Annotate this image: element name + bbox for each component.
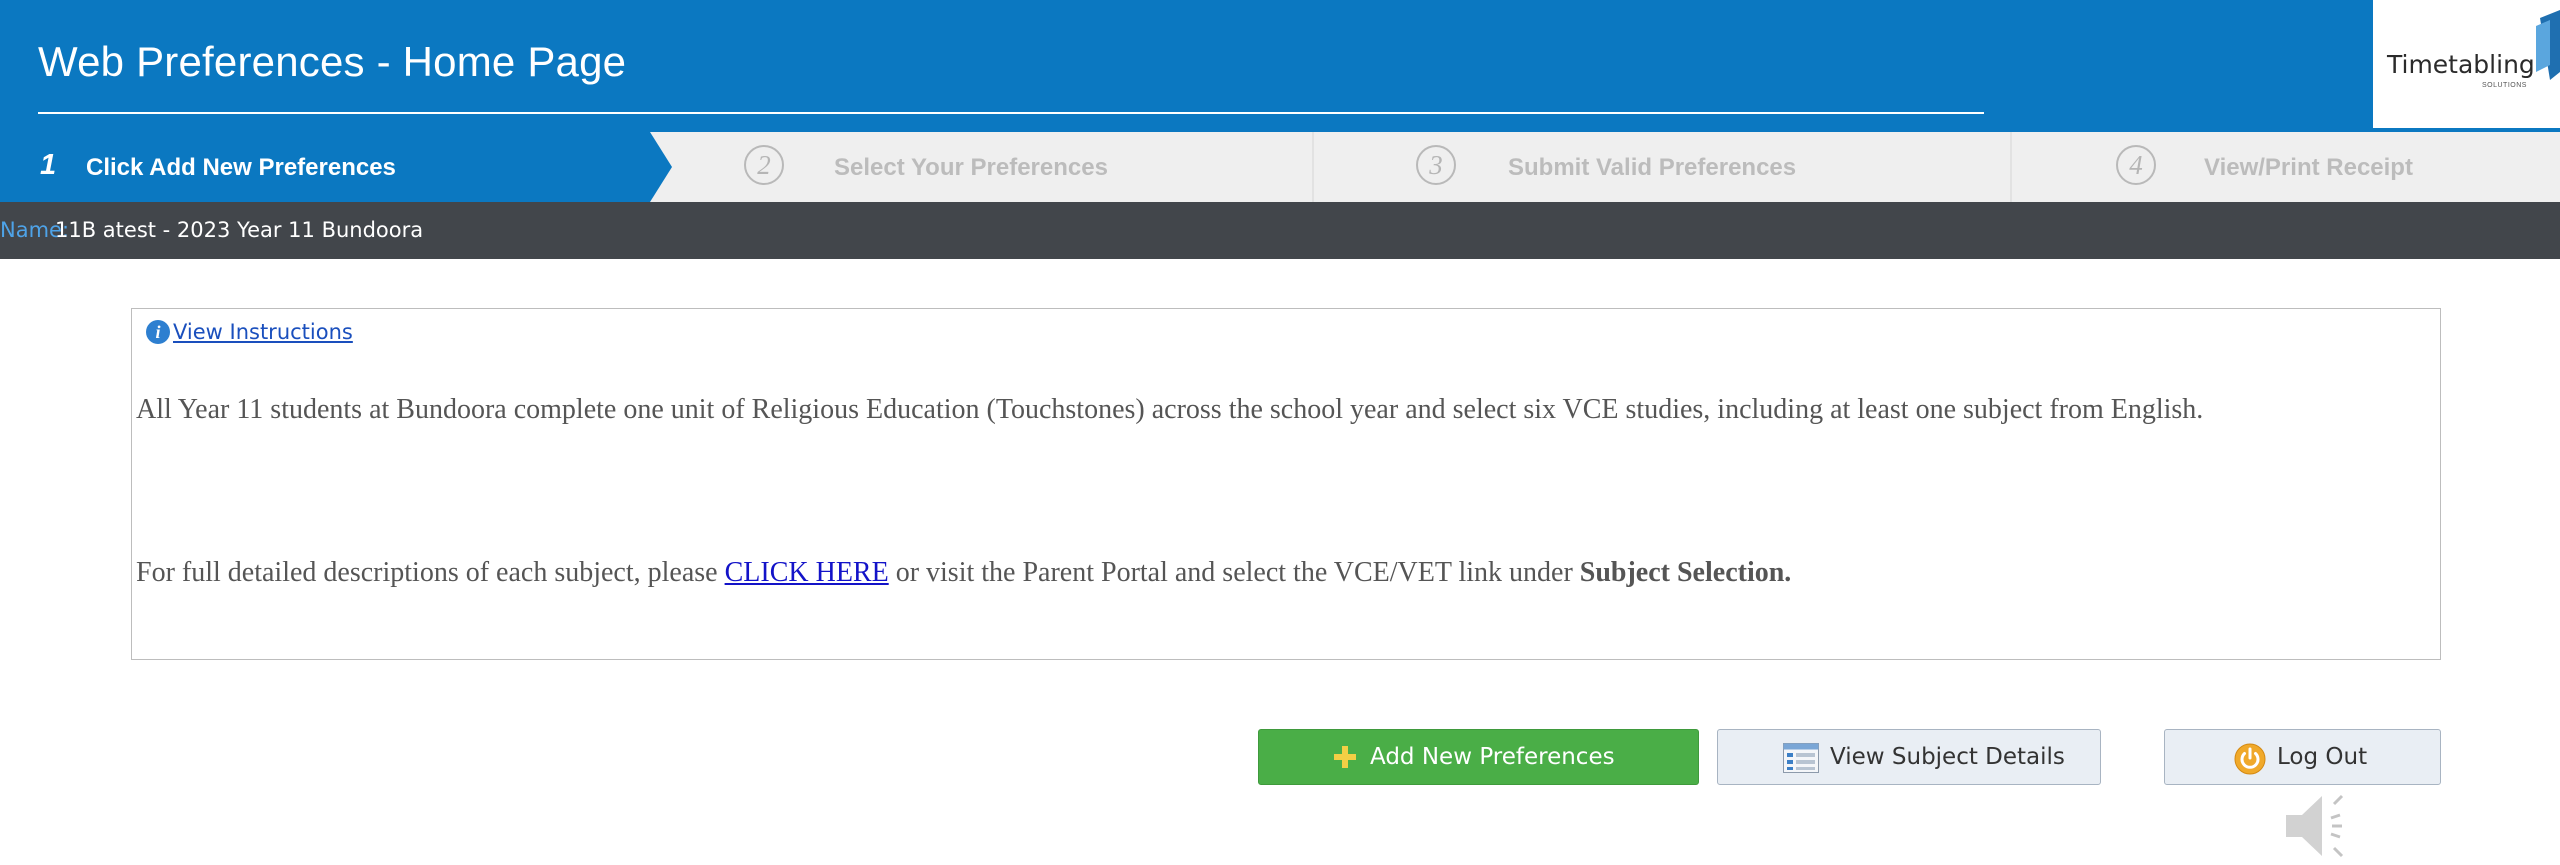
student-name-bar: Name: 11B atest - 2023 Year 11 Bundoora: [0, 202, 2560, 259]
app-header: Web Preferences - Home Page Timetabling …: [0, 0, 2560, 132]
view-subject-details-button[interactable]: View Subject Details: [1717, 729, 2101, 785]
add-new-preferences-label: Add New Preferences: [1370, 744, 1615, 770]
title-underline: [38, 112, 1984, 114]
add-new-preferences-button[interactable]: Add New Preferences: [1258, 729, 1699, 785]
subject-selection-text: Subject Selection.: [1579, 557, 1792, 588]
view-instructions-link[interactable]: View Instructions: [173, 320, 353, 344]
intro-paragraph: All Year 11 students at Bundoora complet…: [136, 394, 2204, 425]
step-3-number: 3: [1416, 145, 1456, 185]
logo-subtext: SOLUTIONS: [2482, 82, 2527, 89]
timetabling-logo: Timetabling SOLUTIONS: [2373, 0, 2560, 128]
page-title: Web Preferences - Home Page: [38, 38, 627, 85]
view-subject-details-label: View Subject Details: [1830, 744, 2065, 770]
step-4-number: 4: [2116, 145, 2156, 185]
name-value: 11B atest - 2023 Year 11 Bundoora: [55, 218, 424, 242]
step-2-label: Select Your Preferences: [834, 154, 1108, 181]
step-1-label: Click Add New Preferences: [86, 154, 396, 181]
log-out-label: Log Out: [2277, 744, 2368, 770]
step-3-label: Submit Valid Preferences: [1508, 154, 1797, 181]
click-here-link[interactable]: CLICK HERE: [725, 557, 889, 588]
instructions-panel: i View Instructions All Year 11 students…: [131, 308, 2441, 660]
info-icon: i: [146, 320, 170, 344]
step-2: 2 Select Your Preferences: [672, 132, 1312, 202]
logo-text: Timetabling: [2387, 50, 2535, 79]
power-icon: [2234, 743, 2266, 775]
details-text-before: For full detailed descriptions of each s…: [136, 557, 725, 588]
log-out-button[interactable]: Log Out: [2164, 729, 2441, 785]
logo-mark-icon: [2536, 10, 2560, 80]
plus-icon: [1334, 746, 1356, 768]
list-icon: [1783, 743, 1819, 773]
step-1: 1 Click Add New Preferences: [0, 132, 672, 202]
step-4-label: View/Print Receipt: [2204, 154, 2413, 181]
details-text-middle: or visit the Parent Portal and select th…: [888, 557, 1580, 588]
speaker-icon[interactable]: [2284, 788, 2364, 864]
step-2-number: 2: [744, 145, 784, 185]
step-1-number: 1: [40, 149, 57, 181]
progress-steps: 1 Click Add New Preferences 2 Select You…: [0, 132, 2560, 202]
details-paragraph: For full detailed descriptions of each s…: [136, 554, 2426, 592]
step-4: 4 View/Print Receipt: [2012, 132, 2560, 202]
step-3: 3 Submit Valid Preferences: [1314, 132, 2010, 202]
